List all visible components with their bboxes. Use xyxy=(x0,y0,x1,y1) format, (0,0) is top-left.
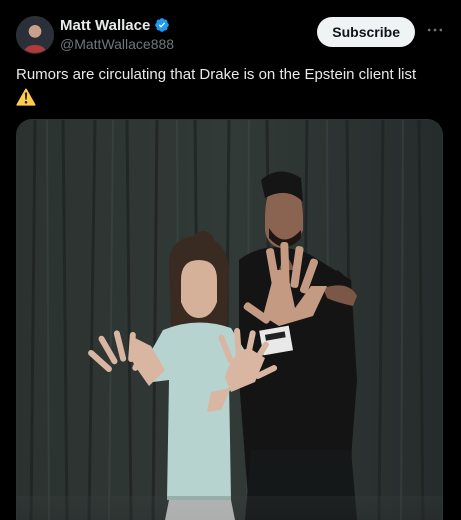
subscribe-button[interactable]: Subscribe xyxy=(317,17,415,47)
more-horizontal-icon[interactable] xyxy=(425,20,445,40)
tweet-photo[interactable] xyxy=(16,119,443,520)
display-name[interactable]: Matt Wallace xyxy=(60,17,150,34)
tweet-text-body: Rumors are circulating that Drake is on … xyxy=(16,66,417,83)
verified-badge-icon xyxy=(155,18,170,32)
tweet-text: Rumors are circulating that Drake is on … xyxy=(16,64,445,107)
avatar[interactable] xyxy=(16,16,54,54)
tweet-header: Matt Wallace @MattWallace888 Subscribe xyxy=(16,12,445,54)
author-info: Matt Wallace @MattWallace888 xyxy=(60,16,174,53)
warning-icon xyxy=(16,88,36,106)
handle[interactable]: @MattWallace888 xyxy=(60,36,174,52)
name-row: Matt Wallace xyxy=(60,16,174,34)
tweet: Matt Wallace @MattWallace888 Subscribe R… xyxy=(0,0,461,520)
photo-image xyxy=(17,120,442,520)
